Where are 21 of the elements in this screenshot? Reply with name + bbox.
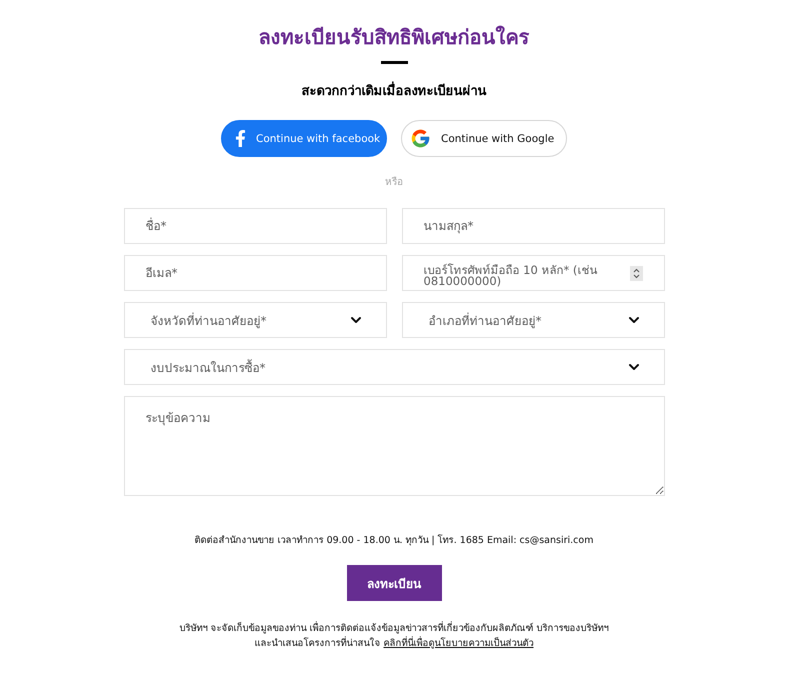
dropdown-select[interactable]: งบประมาณในการซื้อ* xyxy=(124,349,664,385)
text-input[interactable]: อีเมล* xyxy=(124,255,386,291)
register-button[interactable]: ลงทะเบียน xyxy=(346,565,442,601)
text-input[interactable]: ชื่อ* xyxy=(124,208,386,244)
facebook-f-icon xyxy=(235,130,246,147)
contact-info-text: ติดต่อสำนักงานขาย เวลาทำการ 09.00 - 18.00 น. ทุกวัน | โทร. 1685 Email: cs@sansiri.com xyxy=(194,534,594,548)
or-separator-text: หรือ xyxy=(385,176,403,190)
privacy-policy-link[interactable]: คลิกที่นี่เพื่อดูนโยบายความเป็นส่วนตัว xyxy=(384,638,534,649)
google-login-button[interactable]: Continue with Google xyxy=(401,120,567,157)
google-g-icon xyxy=(410,128,431,149)
phone-input[interactable]: เบอร์โทรศัพท์มือถือ 10 หลัก* (เช่น 0810000000) xyxy=(402,255,664,291)
text-input[interactable]: นามสกุล* xyxy=(402,208,664,244)
dropdown-select[interactable]: อำเภอที่ท่านอาศัยอยู่* xyxy=(402,302,664,338)
title-underline xyxy=(380,61,408,64)
page-title: ลงทะเบียนรับสิทธิพิเศษก่อนใคร xyxy=(258,24,530,51)
message-textarea[interactable]: ระบุข้อความ xyxy=(124,396,664,496)
facebook-login-button[interactable]: Continue with facebook xyxy=(221,120,387,157)
number-spinner-icon[interactable] xyxy=(630,266,642,281)
subtitle: สะดวกกว่าเดิมเมื่อลงทะเบียนผ่าน xyxy=(302,82,486,102)
consent-text: บริษัทฯ จะจัดเก็บข้อมูลของท่าน เพื่อการติดต่อแจ้งข้อมูลข่าวสารที่เกี่ยวข้องกับผลิตภัณฑ์ บริการของบริษัทฯ และนำเสนอโครงการที่น่าสนใจ คลิกที่นี่เพื่อดูนโยบายความเป็นส่วนตัว xyxy=(179,621,609,651)
dropdown-select[interactable]: จังหวัดที่ท่านอาศัยอยู่* xyxy=(124,302,386,338)
